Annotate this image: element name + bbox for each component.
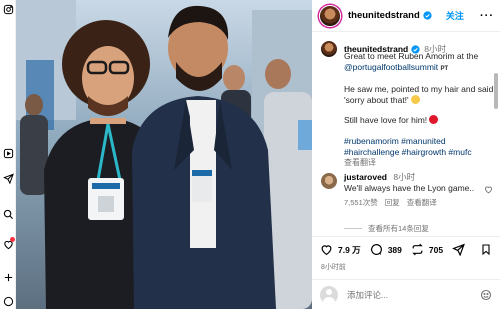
comment-time: 8小时 [393, 172, 416, 182]
like-heart-icon [321, 245, 332, 256]
caption-line-1: Great to meet Ruben Amorim at the [344, 51, 479, 61]
comment-translate-link[interactable]: 查看翻译 [407, 197, 437, 208]
caption-translate-link[interactable]: 查看翻译 [344, 158, 494, 169]
comment-text: We'll always have the Lyon game.. [344, 182, 475, 193]
repost-button[interactable]: 705 [411, 243, 443, 256]
bookmark-icon[interactable] [480, 243, 492, 256]
commenter-avatar[interactable] [320, 172, 338, 190]
comment-bubble-icon [370, 244, 382, 255]
post-time-ago: 8小时前 [321, 264, 346, 271]
comment-reply-button[interactable]: 回复 [385, 197, 400, 208]
more-options-icon[interactable]: ··· [480, 10, 494, 22]
caption-mention-tag: PT [440, 65, 449, 72]
caption-text: Great to meet Ruben Amorim at the @portu… [344, 51, 494, 169]
search-icon[interactable] [2, 208, 14, 220]
shares-count: 705 [428, 244, 444, 255]
view-replies-link[interactable]: 查看所有14条回复 [344, 223, 429, 233]
author-username[interactable]: theunitedstrand [348, 10, 420, 21]
send-icon[interactable] [2, 172, 14, 184]
emoji-picker-icon[interactable] [480, 289, 492, 301]
like-button[interactable]: 7.9 万 [320, 243, 361, 256]
red-circle-emoji-icon [429, 115, 439, 125]
create-plus-icon[interactable] [2, 271, 14, 283]
comment-like-heart-icon[interactable] [484, 185, 493, 194]
current-user-avatar [320, 285, 338, 304]
profile-icon[interactable] [2, 295, 14, 307]
notification-dot [10, 237, 15, 242]
left-nav-rail [0, 0, 16, 309]
caption-hashtags[interactable]: #rubenamorim #manunited #hairchallenge #… [344, 136, 494, 157]
commenter-username[interactable]: justaroved [344, 172, 387, 182]
post-header: theunitedstrand 关注 ··· [312, 0, 500, 32]
share-button[interactable] [452, 243, 470, 256]
post-photo [16, 0, 312, 309]
comment-item: justaroved 8小时 We'll always have the Lyo… [320, 172, 495, 208]
post-caption: theunitedstrand 8小时 Great to meet Ruben … [320, 40, 495, 169]
replies-divider [344, 228, 362, 229]
comments-count: 389 [387, 244, 402, 255]
comments-scroll-area[interactable]: theunitedstrand 8小时 Great to meet Ruben … [312, 33, 500, 233]
notifications-heart-icon[interactable] [2, 237, 15, 250]
post-detail-panel: theunitedstrand 关注 ··· theunitedstrand 8… [312, 0, 500, 309]
send-share-icon [452, 243, 465, 256]
caption-line-3: Still have love for him! [344, 115, 428, 126]
instagram-icon[interactable] [2, 3, 14, 15]
comment-likes-count: 7,551次赞 [344, 198, 378, 208]
post-actions-bar: 7.9 万 389 705 [312, 236, 500, 262]
likes-count: 7.9 万 [338, 244, 361, 255]
grimace-emoji-icon [411, 94, 421, 104]
author-avatar[interactable] [319, 4, 341, 27]
reels-icon[interactable] [2, 147, 14, 159]
repost-icon [412, 243, 423, 256]
verified-badge-icon [423, 11, 432, 20]
add-comment-bar: 添加评论... [312, 279, 500, 309]
caption-mention[interactable]: @portugalfootballsummit [344, 62, 438, 72]
caption-avatar[interactable] [320, 40, 338, 58]
comment-button[interactable]: 389 [370, 243, 402, 256]
follow-button[interactable]: 关注 [446, 9, 464, 22]
view-replies-label: 查看所有14条回复 [368, 224, 429, 233]
comment-input[interactable]: 添加评论... [347, 289, 480, 301]
scrollbar-thumb[interactable] [494, 73, 498, 109]
